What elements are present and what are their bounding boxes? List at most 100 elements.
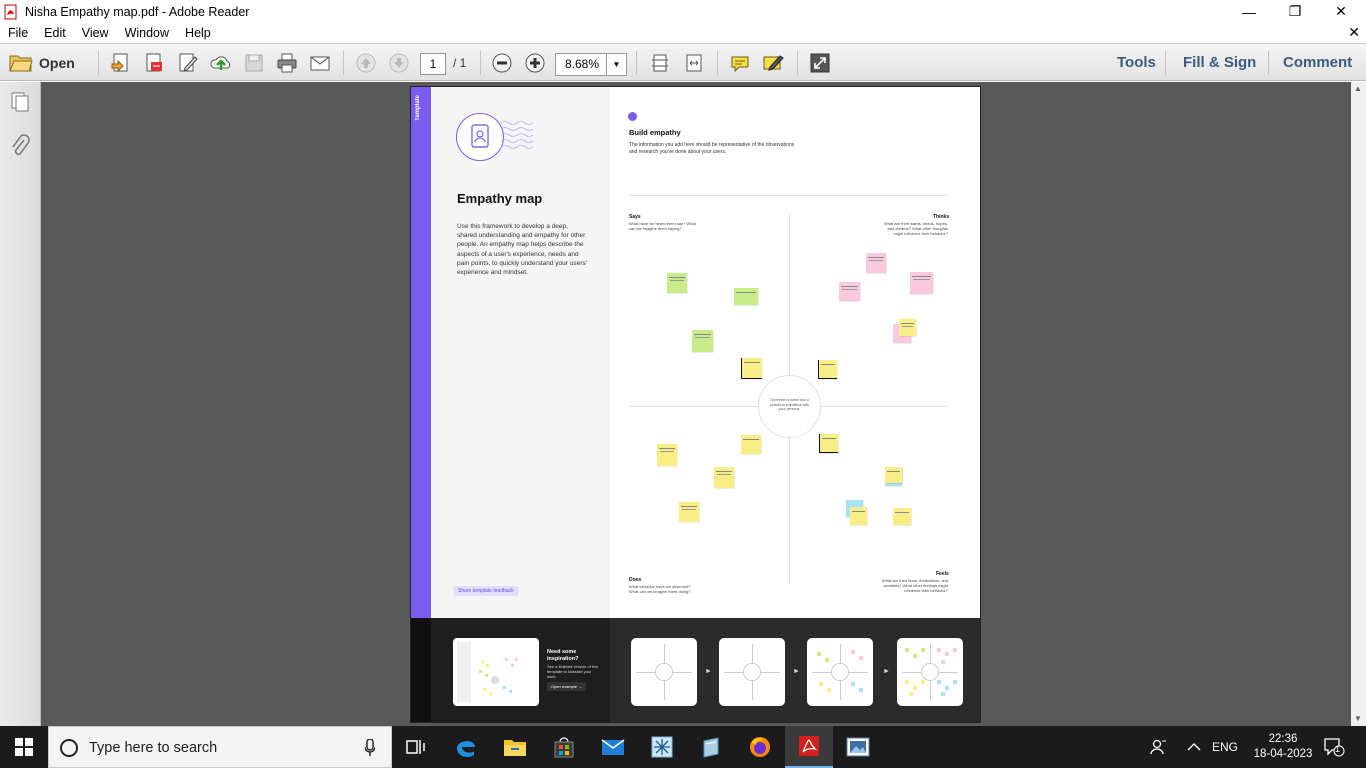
- comment-tab[interactable]: Comment: [1283, 54, 1352, 71]
- print-button[interactable]: [274, 50, 300, 76]
- empathy-map-canvas: Build empathy The information you add he…: [610, 87, 980, 618]
- template-label: Template: [415, 95, 421, 121]
- envelope-icon: [309, 52, 331, 74]
- page-number-input[interactable]: 1: [420, 53, 446, 75]
- snowflake-app-icon: [651, 736, 673, 758]
- action-center-button[interactable]: 1: [1323, 726, 1345, 768]
- convert-pdf-button[interactable]: [141, 50, 167, 76]
- image-viewer-icon: [846, 737, 870, 757]
- open-button[interactable]: Open: [9, 50, 89, 76]
- zoom-in-button[interactable]: [522, 50, 548, 76]
- sticky-note: [657, 444, 677, 466]
- taskbar-edge[interactable]: [442, 726, 490, 768]
- arrow-up-icon: [355, 52, 377, 74]
- zoom-out-button[interactable]: [489, 50, 515, 76]
- fit-page-icon: [649, 52, 671, 74]
- sticky-note: [893, 508, 911, 525]
- menu-window[interactable]: Window: [117, 26, 177, 40]
- fit-page-button[interactable]: [647, 50, 673, 76]
- taskbar-firefox[interactable]: [736, 726, 784, 768]
- tools-tab[interactable]: Tools: [1117, 54, 1156, 71]
- next-page-button[interactable]: [386, 50, 412, 76]
- chevron-up-icon[interactable]: [1187, 726, 1201, 768]
- taskbar-mail[interactable]: [589, 726, 637, 768]
- fit-width-button[interactable]: [681, 50, 707, 76]
- vertical-scrollbar[interactable]: ▲ ▼: [1351, 82, 1366, 726]
- task-view-button[interactable]: [392, 726, 440, 768]
- menu-view[interactable]: View: [74, 26, 117, 40]
- share-feedback-link[interactable]: Share template feedback: [453, 586, 519, 596]
- create-pdf-button[interactable]: [108, 50, 134, 76]
- upload-button[interactable]: [208, 50, 234, 76]
- sticky-note: [850, 507, 867, 525]
- zoom-level-select[interactable]: 8.68% ▼: [555, 53, 627, 76]
- edit-pdf-button[interactable]: [175, 50, 201, 76]
- task-view-icon: [406, 740, 425, 754]
- feels-description: What are their fears, frustrations, and …: [881, 578, 948, 593]
- close-button[interactable]: ✕: [1318, 0, 1364, 23]
- folder-icon: [504, 740, 526, 756]
- previous-page-button[interactable]: [353, 50, 379, 76]
- maximize-button[interactable]: ❐: [1272, 0, 1318, 23]
- save-button[interactable]: [241, 50, 267, 76]
- menu-file[interactable]: File: [0, 26, 36, 40]
- page-thumbnails-icon[interactable]: [9, 91, 31, 118]
- step-arrow-icon: ►: [705, 668, 712, 675]
- example-thumbnail[interactable]: [453, 638, 539, 706]
- thinks-title: Thinks: [933, 214, 950, 220]
- menu-help[interactable]: Help: [177, 26, 219, 40]
- window-title: Nisha Empathy map.pdf - Adobe Reader: [25, 4, 250, 19]
- notification-count: 1: [1335, 744, 1341, 754]
- step-1-thumbnail: [631, 638, 697, 706]
- toolbar: Open 1 / 1 8.68% ▼ Tools Fill & Sign Com…: [0, 43, 1366, 81]
- scroll-down-icon[interactable]: ▼: [1354, 714, 1362, 723]
- email-button[interactable]: [307, 50, 333, 76]
- sticky-note: [679, 502, 699, 522]
- sticky-note-button[interactable]: [727, 50, 753, 76]
- sticky-note: [899, 319, 916, 336]
- acrobat-icon: [799, 736, 819, 756]
- open-example-button[interactable]: Open example →: [547, 682, 587, 691]
- sticky-note: [866, 253, 886, 273]
- divider: [629, 195, 948, 196]
- printer-icon: [276, 52, 298, 74]
- start-button[interactable]: [0, 726, 48, 768]
- search-icon: [60, 739, 78, 757]
- taskbar-file-explorer[interactable]: [491, 726, 539, 768]
- people-icon[interactable]: [1150, 726, 1168, 768]
- menu-edit[interactable]: Edit: [36, 26, 74, 40]
- taskbar-photos[interactable]: [834, 726, 882, 768]
- minimize-button[interactable]: —: [1226, 0, 1272, 23]
- language-indicator[interactable]: ENG: [1212, 726, 1238, 768]
- sticky-note: [714, 467, 734, 488]
- sticky-note: [692, 330, 713, 352]
- sticky-note: [839, 282, 860, 301]
- close-document-button[interactable]: ✕: [1348, 24, 1360, 41]
- sticky-note: [819, 434, 838, 453]
- attachments-paperclip-icon[interactable]: [9, 134, 31, 163]
- process-steps-panel: ► ► ►: [610, 618, 980, 722]
- full-screen-button[interactable]: [807, 50, 833, 76]
- clock-time: 22:36: [1268, 733, 1298, 745]
- edit-pencil-icon: [177, 52, 199, 74]
- mail-icon: [601, 739, 625, 755]
- taskbar-adobe-reader[interactable]: [785, 726, 833, 768]
- taskbar-snipping-app[interactable]: [638, 726, 686, 768]
- microphone-icon[interactable]: [365, 739, 375, 756]
- system-clock[interactable]: 22:36 18-04-2023: [1248, 732, 1318, 762]
- fill-sign-tab[interactable]: Fill & Sign: [1183, 54, 1256, 71]
- taskbar-store[interactable]: [540, 726, 588, 768]
- taskbar-notes-app[interactable]: [687, 726, 735, 768]
- cloud-upload-icon: [210, 52, 232, 74]
- folder-open-icon: [9, 52, 33, 74]
- create-pdf-icon: [110, 52, 132, 74]
- taskbar-search-box[interactable]: Type here to search: [48, 726, 392, 768]
- highlight-button[interactable]: [760, 50, 786, 76]
- chevron-down-icon: ▼: [606, 54, 626, 75]
- scroll-up-icon[interactable]: ▲: [1354, 84, 1362, 93]
- step-arrow-icon: ►: [793, 668, 800, 675]
- inspiration-title: Need some inspiration?: [547, 649, 579, 662]
- sticky-note: [885, 467, 902, 483]
- template-title: Empathy map: [457, 191, 543, 206]
- sticky-note: [741, 358, 762, 379]
